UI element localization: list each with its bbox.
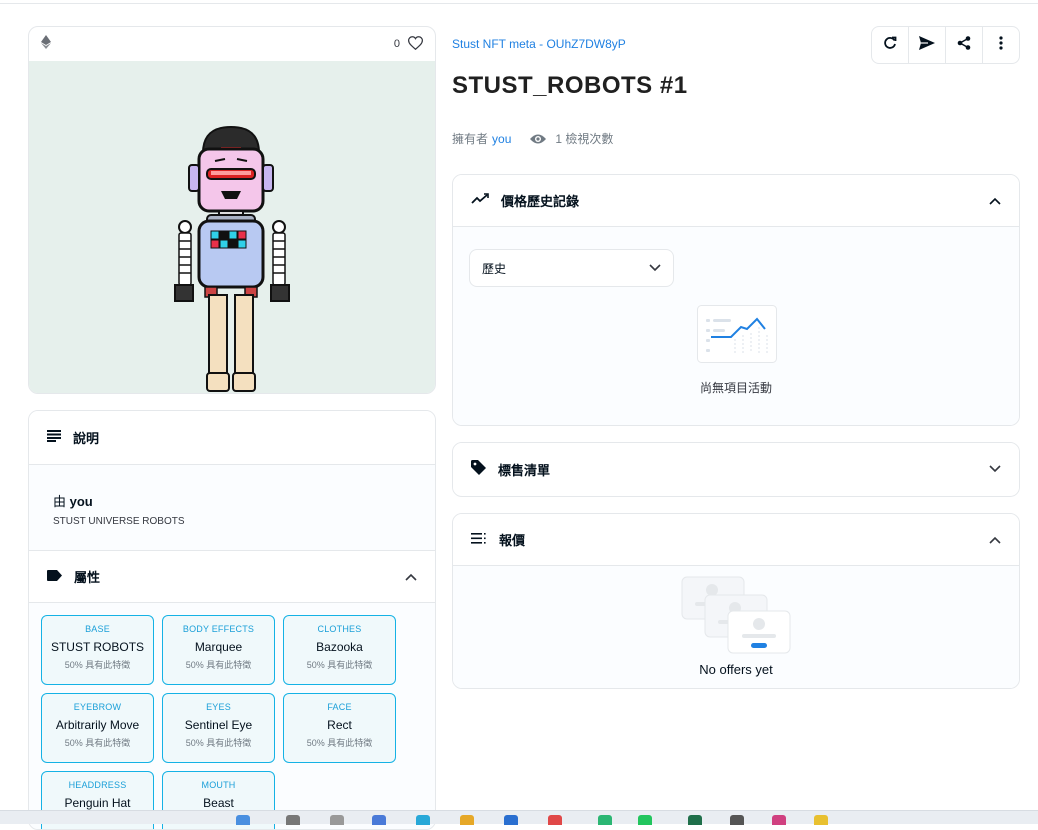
offers-body: No offers yet	[453, 566, 1019, 688]
trait-card[interactable]: EYEBROW Arbitrarily Move 50% 具有此特徵	[41, 693, 154, 763]
item-action-bar	[871, 26, 1020, 64]
description-lines-icon	[47, 430, 61, 445]
description-body: 由 you STUST UNIVERSE ROBOTS	[29, 465, 435, 551]
more-vertical-icon	[999, 35, 1003, 55]
history-filter-value: 歷史	[482, 261, 507, 276]
offers-panel: 報價 No offers yet	[452, 513, 1020, 689]
creator-prefix: 由	[53, 494, 67, 509]
trait-value: Rect	[327, 718, 352, 732]
top-divider	[0, 0, 1038, 4]
trait-card[interactable]: BODY EFFECTS Marquee 50% 具有此特徵	[162, 615, 275, 685]
ethereum-icon	[41, 34, 51, 54]
price-history-empty-text: 尚無項目活動	[699, 381, 772, 395]
robot-illustration	[174, 125, 290, 392]
attributes-title: 屬性	[74, 570, 101, 585]
list-icon	[471, 532, 487, 547]
refresh-button[interactable]	[872, 27, 909, 63]
trait-type: BASE	[85, 624, 110, 634]
listings-panel: 標售清單	[452, 442, 1020, 497]
view-count: 1 檢視次數	[555, 132, 614, 146]
share-button[interactable]	[946, 27, 983, 63]
trait-type: HEADDRESS	[68, 780, 127, 790]
description-card: 說明 由 you STUST UNIVERSE ROBOTS 屬性 BASE ST…	[28, 410, 436, 830]
creator-name[interactable]: you	[70, 494, 93, 509]
no-offers-text: No offers yet	[699, 662, 773, 677]
trait-type: CLOTHES	[317, 624, 362, 634]
chevron-down-icon	[649, 261, 661, 275]
trait-type: FACE	[327, 702, 352, 712]
item-title: STUST_ROBOTS #1	[452, 72, 688, 99]
price-history-header[interactable]: 價格歷史記錄	[453, 175, 1019, 227]
trait-type: BODY EFFECTS	[182, 624, 255, 634]
trait-card[interactable]: CLOTHES Bazooka 50% 具有此特徵	[283, 615, 396, 685]
empty-offers-icon	[681, 576, 793, 661]
trait-value: Sentinel Eye	[184, 718, 253, 732]
trait-value: Bazooka	[316, 640, 363, 654]
trait-card[interactable]: BASE STUST ROBOTS 50% 具有此特徵	[41, 615, 154, 685]
price-tag-icon	[471, 460, 486, 478]
trait-rarity: 50% 具有此特徵	[64, 738, 131, 748]
empty-chart-icon	[697, 305, 777, 368]
trait-value: Marquee	[194, 640, 243, 654]
trait-card[interactable]: EYES Sentinel Eye 50% 具有此特徵	[162, 693, 275, 763]
trait-type: MOUTH	[201, 780, 236, 790]
owner-prefix: 擁有者	[452, 132, 489, 146]
trait-rarity: 50% 具有此特徵	[306, 738, 373, 748]
nft-image-card: 0	[28, 26, 436, 394]
offers-header[interactable]: 報價	[453, 514, 1019, 566]
share-icon	[957, 35, 971, 55]
heart-icon[interactable]	[407, 35, 424, 53]
attributes-grid: BASE STUST ROBOTS 50% 具有此特徵 BODY EFFECTS Mar…	[29, 603, 435, 829]
price-history-panel: 價格歷史記錄 歷史 尚無項目活動	[452, 174, 1020, 426]
trait-rarity: 50% 具有此特徵	[64, 660, 131, 670]
offers-title: 報價	[499, 533, 526, 548]
trait-value: Arbitrarily Move	[55, 718, 140, 732]
owner-name[interactable]: you	[492, 132, 511, 146]
eye-icon	[529, 133, 547, 145]
price-history-body: 歷史 尚無項目活動	[453, 227, 1019, 425]
os-taskbar	[0, 810, 1038, 825]
tag-icon	[47, 569, 62, 584]
trait-value: Beast	[203, 796, 234, 810]
trait-type: EYEBROW	[73, 702, 122, 712]
owner-line: 擁有者 you 1 檢視次數	[452, 130, 613, 147]
trait-type: EYES	[206, 702, 231, 712]
price-history-title: 價格歷史記錄	[501, 194, 580, 209]
creator-line: 由 you	[53, 491, 411, 510]
send-icon	[919, 35, 935, 55]
chevron-up-icon[interactable]	[989, 533, 1001, 547]
description-title: 說明	[73, 431, 100, 446]
more-button[interactable]	[983, 27, 1019, 63]
refresh-icon	[883, 36, 897, 55]
nft-artwork[interactable]	[29, 61, 435, 393]
chevron-down-icon[interactable]	[989, 462, 1001, 476]
chevron-up-icon[interactable]	[405, 570, 417, 584]
attributes-header[interactable]: 屬性	[29, 551, 435, 603]
trending-icon	[471, 193, 489, 208]
favorites-count: 0	[393, 38, 400, 50]
listings-title: 標售清單	[498, 462, 551, 478]
trait-rarity: 50% 具有此特徵	[185, 660, 252, 670]
trait-rarity: 50% 具有此特徵	[185, 738, 252, 748]
trait-card[interactable]: FACE Rect 50% 具有此特徵	[283, 693, 396, 763]
trait-value: STUST ROBOTS	[50, 640, 145, 654]
transfer-button[interactable]	[909, 27, 946, 63]
trait-rarity: 50% 具有此特徵	[306, 660, 373, 670]
listings-header[interactable]: 標售清單	[453, 443, 1019, 495]
description-text: STUST UNIVERSE ROBOTS	[53, 516, 185, 527]
trait-value: Penguin Hat	[64, 796, 131, 810]
collection-link[interactable]: Stust NFT meta - OUhZ7DW8yP	[452, 37, 626, 51]
image-card-header: 0	[29, 27, 435, 61]
history-filter-select[interactable]: 歷史	[469, 249, 674, 287]
chevron-up-icon[interactable]	[989, 194, 1001, 208]
description-header[interactable]: 說明	[29, 411, 435, 465]
